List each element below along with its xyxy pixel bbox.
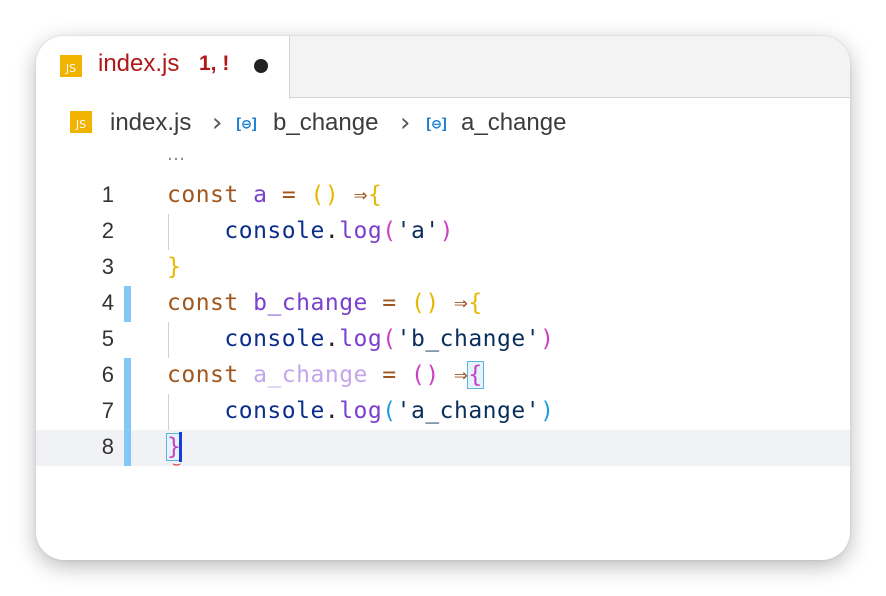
line-number: 6 xyxy=(101,362,114,387)
tab-bar-empty-area[interactable] xyxy=(290,36,850,98)
error-squiggle-icon: ⌣ xyxy=(172,456,182,472)
modified-line-marker[interactable] xyxy=(124,430,131,466)
variable-icon: [⊖] xyxy=(424,115,449,133)
js-file-icon: JS xyxy=(70,111,92,133)
chevron-right-icon: › xyxy=(212,108,223,138)
code-line[interactable]: 7 console.log('a_change') xyxy=(36,394,850,430)
line-number: 4 xyxy=(101,290,114,315)
variable-icon: [⊖] xyxy=(234,115,259,133)
breadcrumb-item-b-change[interactable]: b_change xyxy=(273,109,378,137)
breadcrumb-file[interactable]: index.js xyxy=(110,109,191,137)
code-line[interactable]: 2 console.log('a') xyxy=(36,214,850,250)
code-line[interactable]: 6 const a_change = () ⇒{ xyxy=(36,358,850,394)
modified-line-marker[interactable] xyxy=(124,394,131,430)
code-text[interactable]: console.log('b_change') xyxy=(167,326,554,352)
code-text[interactable]: const a = () ⇒{ xyxy=(167,182,382,208)
tab-filename: index.js xyxy=(98,50,180,77)
tab-index-js[interactable]: JS index.js 1, ! xyxy=(36,36,290,99)
line-number: 5 xyxy=(101,326,114,351)
code-text[interactable]: console.log('a_change') xyxy=(167,398,554,424)
code-line[interactable]: 3 } xyxy=(36,250,850,286)
folded-region-marker[interactable]: … xyxy=(167,144,185,165)
line-number: 1 xyxy=(101,182,114,207)
unsaved-dot-icon[interactable] xyxy=(254,59,268,73)
modified-line-marker[interactable] xyxy=(124,358,131,394)
line-number: 8 xyxy=(101,434,114,459)
code-line[interactable]: 1 const a = () ⇒{ xyxy=(36,178,850,214)
editor-window: JS index.js 1, ! JS index.js › [⊖] b_cha… xyxy=(36,36,850,560)
breadcrumb: JS index.js › [⊖] b_change › [⊖] a_chang… xyxy=(36,100,850,144)
code-text[interactable]: } xyxy=(167,254,181,280)
code-text[interactable]: const a_change = () ⇒{ xyxy=(167,361,484,389)
line-number: 2 xyxy=(101,218,114,243)
code-line[interactable]: 5 console.log('b_change') xyxy=(36,322,850,358)
modified-line-marker[interactable] xyxy=(124,286,131,322)
breadcrumb-item-a-change[interactable]: a_change xyxy=(461,109,566,137)
chevron-right-icon: › xyxy=(400,108,411,138)
js-file-icon: JS xyxy=(60,55,82,77)
line-number: 7 xyxy=(101,398,114,423)
code-text[interactable]: console.log('a') xyxy=(167,218,454,244)
code-line-current[interactable]: 8 } ⌣ xyxy=(36,430,850,472)
code-text[interactable]: const b_change = () ⇒{ xyxy=(167,290,483,316)
problems-badge: 1, ! xyxy=(199,52,230,75)
code-line[interactable]: 4 const b_change = () ⇒{ xyxy=(36,286,850,322)
tab-bar: JS index.js 1, ! xyxy=(36,36,850,99)
line-number: 3 xyxy=(101,254,114,279)
